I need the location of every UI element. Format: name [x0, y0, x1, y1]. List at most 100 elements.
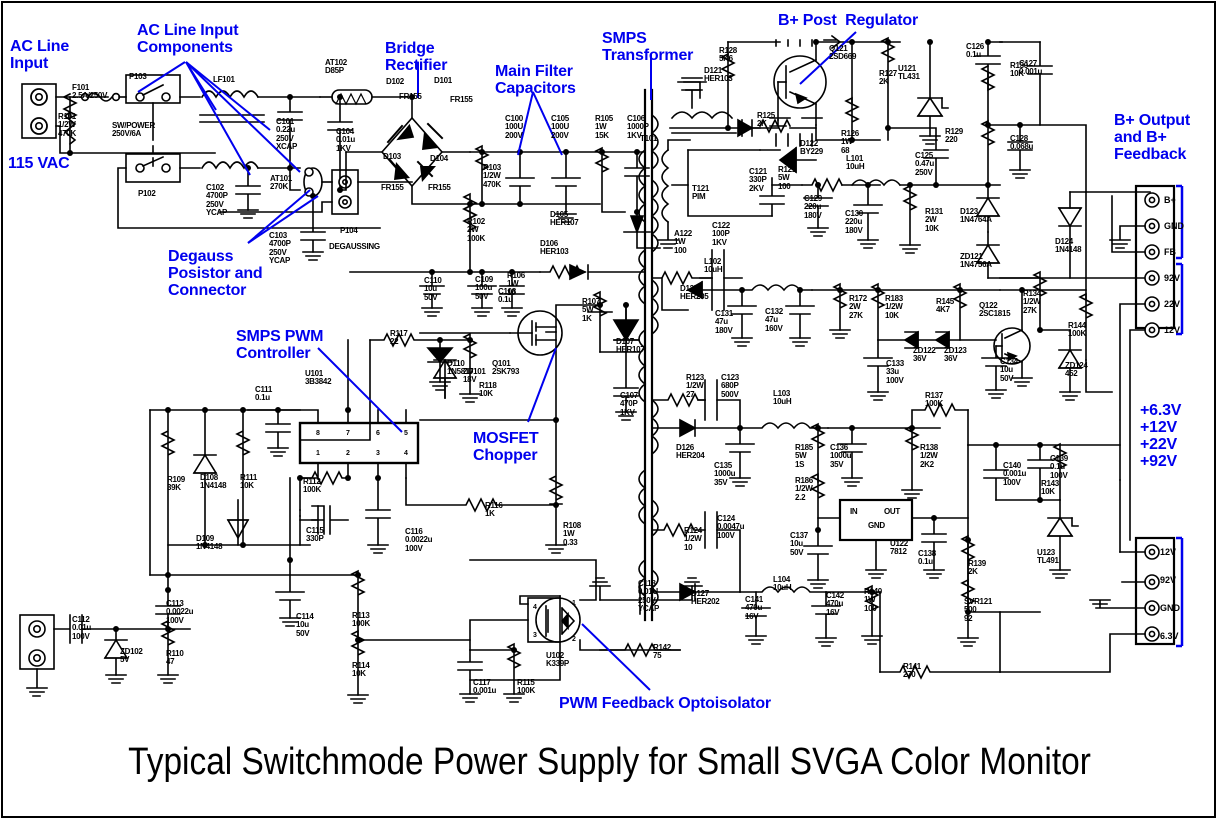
component-label-u121: U121 TL431: [898, 64, 920, 82]
component-label-r185: R185 5W 1S: [795, 443, 813, 469]
component-label-zd123: ZD123 36V: [944, 346, 967, 364]
u102-pin-1: 1: [572, 600, 576, 607]
component-label-c131: C131 47u 180V: [715, 309, 733, 335]
component-label-at102: AT102 D85P: [325, 58, 347, 76]
pin-label-bplus-fb: FB: [1164, 247, 1176, 257]
component-label-l103: L103 10uH: [773, 389, 792, 407]
component-label-r142: R142 75: [653, 643, 671, 661]
annotation-mosfet-chopper: MOSFET Chopper: [473, 430, 539, 464]
component-label-r124: R124 1/2W 10: [684, 526, 702, 552]
component-label-l104: L104 10uH: [773, 575, 792, 593]
u101-pin-8: 8: [316, 430, 320, 437]
component-label-c128: C128 0.068u: [1010, 134, 1034, 152]
component-label-c108: C108 0.1u: [498, 287, 516, 305]
annotation-smps-pwm-controller: SMPS PWM Controller: [236, 328, 324, 362]
u101-pin-6: 6: [376, 430, 380, 437]
component-label-r109: R109 39K: [167, 475, 185, 493]
component-label-c121: C121 330P 2KV: [749, 167, 767, 193]
pin-label-hv-92v: 92V: [1164, 273, 1181, 283]
component-label-c141: C141 470u 16V: [745, 595, 763, 621]
component-label-c124: C124 0.0047u 100V: [717, 514, 745, 540]
component-label-r107: R107 5W 1K: [582, 297, 600, 323]
component-label-u102: U102 K339P: [546, 651, 569, 669]
u122-pin-in: IN: [850, 507, 858, 516]
component-label-c122: C122 100P 1KV: [712, 221, 730, 247]
pin-label-lv-gnd: GND: [1160, 603, 1180, 613]
component-label-c103: C103 4700P 250V YCAP: [269, 231, 291, 266]
component-label-d109: D109 1N4148: [196, 534, 223, 552]
component-label-r126: R126 1W 68: [841, 129, 859, 155]
component-label-d122: D122 BY229: [800, 139, 823, 157]
component-label-r101: R101 1/2W 470K: [58, 112, 76, 138]
component-label-zd101: ZD101 18V: [463, 367, 486, 385]
schematic-page: AC Line Input 115 VAC AC Line Input Compon…: [0, 0, 1219, 821]
component-label-r128: R128 5K6: [719, 46, 737, 64]
component-label-degaussing: DEGAUSSING: [329, 242, 380, 251]
component-label-r111: R111 10K: [240, 473, 258, 491]
component-label-p104: P104: [340, 226, 358, 235]
annotation-ac-line-input: AC Line Input: [10, 38, 70, 72]
component-label-c138: C138 0.1u: [918, 549, 936, 567]
component-label-lf101: LF101: [213, 75, 235, 84]
component-label-at101: AT101 270K: [270, 174, 292, 192]
component-label-r103: R103 1/2W 470K: [483, 163, 501, 189]
component-label-c123: C123 680P 500V: [721, 373, 739, 399]
component-label-r145: R145 4K7: [936, 297, 954, 315]
component-label-t121: T121 PIM: [692, 184, 710, 202]
component-label-c100: C100 100U 200V: [505, 114, 523, 140]
component-label-r172: R172 2W 27K: [849, 294, 867, 320]
pin-label-hv-22v: 22V: [1164, 299, 1181, 309]
component-label-q122: Q122 2SC1815: [979, 301, 1011, 319]
u102-pin-4: 4: [533, 604, 537, 611]
component-label-p103: P103: [129, 72, 147, 81]
component-label-fr155a: FR155: [399, 92, 422, 101]
component-label-r140: R140 1W 100: [864, 587, 882, 613]
component-label-c134: C134 10u 50V: [1000, 357, 1018, 383]
component-label-c132: C132 47u 160V: [765, 307, 783, 333]
u101-pin-4: 4: [404, 450, 408, 457]
component-label-c130: C130 220u 180V: [845, 209, 863, 235]
component-label-r102: R102 2W 100K: [467, 217, 485, 243]
component-label-r125: R125 2K: [757, 111, 775, 129]
u102-pin-3: 3: [533, 632, 537, 639]
component-label-u123: U123 TL491: [1037, 548, 1059, 566]
component-label-r141: R141 270: [903, 662, 921, 680]
annotation-b-plus-post-regulator: B+ Post Regulator: [778, 12, 918, 29]
component-label-r115: R115 100K: [517, 678, 535, 696]
component-label-c142: C142 470u 16V: [826, 591, 844, 617]
annotation-low-voltage-rails: +6.3V +12V +22V +92V: [1140, 402, 1182, 470]
component-label-d108: D108 1N4148: [200, 473, 227, 491]
component-label-r127: R127 2K: [879, 69, 897, 87]
component-label-c135: C135 1000u 35V: [714, 461, 736, 487]
component-label-fr155b: FR155: [450, 95, 473, 104]
component-label-r110: R110 47: [166, 649, 184, 667]
component-label-r134: R134 1/2W 27K: [1023, 289, 1041, 315]
component-label-l102: L102 10uH: [704, 257, 723, 275]
component-label-r123: R123 1/2W 27: [686, 373, 704, 399]
component-label-c104: C104 0.01u 1KV: [336, 127, 355, 153]
component-label-svr121: SVR121 500 92: [964, 597, 992, 623]
pin-label-bplus-gnd: GND: [1164, 221, 1184, 231]
annotation-degauss-posistor: Degauss Posistor and Connector: [168, 248, 263, 299]
component-label-r116: R116 1K: [485, 501, 503, 519]
annotation-bridge-rectifier: Bridge Rectifier: [385, 40, 448, 74]
pin-label-lv-63v: 6.3V: [1160, 631, 1179, 641]
component-label-fr155c: FR155: [381, 183, 404, 192]
component-label-c117: C117 0.001u: [473, 678, 497, 696]
component-label-d124: D124 1N4148: [1055, 237, 1082, 255]
component-label-d104: D104: [430, 154, 448, 163]
component-label-c140: C140 0.001u 100V: [1003, 461, 1027, 487]
component-label-r137: R137 100K: [925, 391, 943, 409]
component-label-c112: C112 0.01u 100V: [72, 615, 91, 641]
annotation-ac-line-components: AC Line Input Components: [137, 22, 239, 56]
component-label-u101: U101 3B3842: [305, 369, 332, 387]
component-label-d126: D126 HER204: [676, 443, 705, 461]
component-label-r112: R112 100K: [303, 477, 321, 495]
component-label-d123: D123 1N4764A: [960, 207, 992, 225]
component-label-c114: C114 10u 50V: [296, 612, 314, 638]
component-label-c129: C129 220u 180V: [804, 194, 822, 220]
u122-pin-gnd: GND: [868, 521, 885, 530]
u122-pin-out: OUT: [884, 507, 900, 516]
component-label-r143: R143 10K: [1041, 479, 1059, 497]
figure-title: Typical Switchmode Power Supply for Smal…: [128, 741, 1091, 783]
